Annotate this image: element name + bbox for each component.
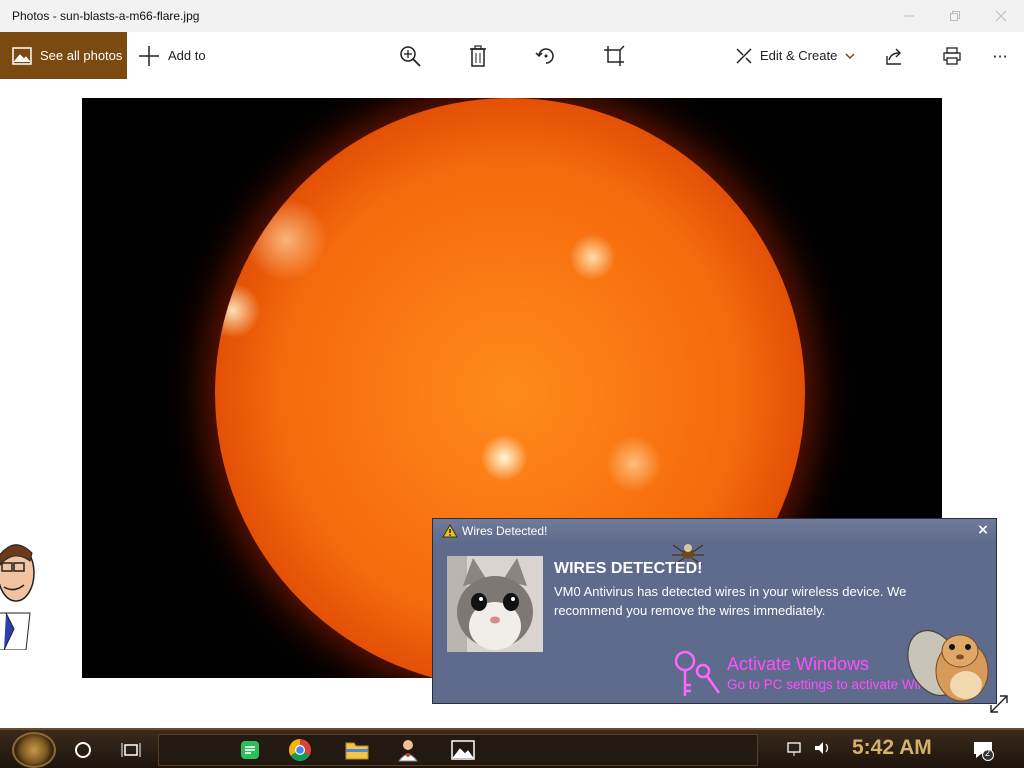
task-view-icon (121, 743, 141, 757)
warning-icon (442, 524, 458, 538)
popup-title: WIRES DETECTED! (554, 560, 703, 577)
cat-image (447, 556, 543, 652)
popup-header: Wires Detected! (433, 519, 996, 543)
taskbar-app-explorer[interactable] (343, 736, 371, 764)
cartoon-character-icon (0, 544, 35, 650)
close-icon (995, 10, 1007, 22)
see-all-photos-label: See all photos (40, 48, 123, 63)
taskbar-clock[interactable]: 5:42 AM (852, 736, 932, 760)
edit-create-button[interactable]: Edit & Create (735, 32, 855, 79)
photos-app-icon (451, 740, 475, 760)
key-icon (674, 650, 721, 696)
maximize-button[interactable] (932, 0, 978, 32)
network-volume-icons[interactable] (785, 738, 845, 758)
chrome-icon (289, 739, 311, 761)
system-tray (785, 738, 845, 762)
restore-icon (950, 11, 960, 21)
doctor-icon (398, 740, 418, 762)
circle-search-icon (75, 742, 91, 758)
notification-count: 2 (985, 748, 991, 758)
delete-button[interactable] (465, 43, 491, 69)
close-button[interactable] (978, 0, 1024, 32)
taskbar-app-photos[interactable] (449, 736, 477, 764)
cat-photo-icon (447, 556, 543, 652)
window-title: Photos - sun-blasts-a-m66-flare.jpg (12, 9, 200, 23)
zoom-button[interactable] (397, 43, 423, 69)
hamster-icon (907, 629, 989, 702)
see-all-photos-button[interactable]: See all photos (0, 32, 127, 79)
taskbar-app-doctor[interactable] (394, 736, 422, 764)
taskbar: 5:42 AM 2 (0, 728, 1024, 768)
start-button[interactable] (12, 732, 56, 768)
plus-icon (139, 45, 159, 66)
folder-icon (345, 742, 369, 760)
share-button[interactable] (881, 43, 907, 69)
trash-icon (470, 45, 486, 67)
resize-icon[interactable] (988, 693, 1010, 715)
gallery-icon (12, 46, 32, 65)
add-to-label: Add to (168, 48, 206, 63)
toolbar: See all photos Add to Edit & Create ··· (0, 32, 1024, 79)
notes-app-icon (241, 741, 259, 759)
printer-icon (943, 47, 961, 65)
edit-create-label: Edit & Create (760, 48, 838, 63)
rotate-button[interactable] (533, 43, 559, 69)
chevron-down-icon (845, 52, 855, 59)
taskbar-app-sheets[interactable] (236, 736, 264, 764)
crop-button[interactable] (601, 43, 627, 69)
more-button[interactable]: ··· (987, 43, 1013, 69)
taskbar-app-chrome[interactable] (286, 736, 314, 764)
popup-header-text: Wires Detected! (462, 524, 548, 538)
edit-create-icon (736, 47, 752, 64)
add-to-button[interactable]: Add to (138, 32, 206, 79)
popup-message: VM0 Antivirus has detected wires in your… (554, 584, 907, 618)
title-bar: Photos - sun-blasts-a-m66-flare.jpg (0, 0, 1024, 32)
minimize-button[interactable] (886, 0, 932, 32)
popup-close-button[interactable]: × (976, 523, 990, 537)
notification-icon[interactable] (972, 739, 994, 761)
antivirus-popup[interactable]: Wires Detected! × WIRES DETECTED! VM0 An… (432, 518, 997, 704)
print-button[interactable] (939, 43, 965, 69)
share-icon (886, 48, 901, 65)
minimize-icon (904, 15, 914, 17)
rotate-icon (535, 48, 554, 64)
cortana-button[interactable] (69, 736, 97, 764)
task-view-button[interactable] (117, 736, 145, 764)
zoom-in-icon (400, 46, 421, 67)
crop-icon (604, 45, 625, 66)
